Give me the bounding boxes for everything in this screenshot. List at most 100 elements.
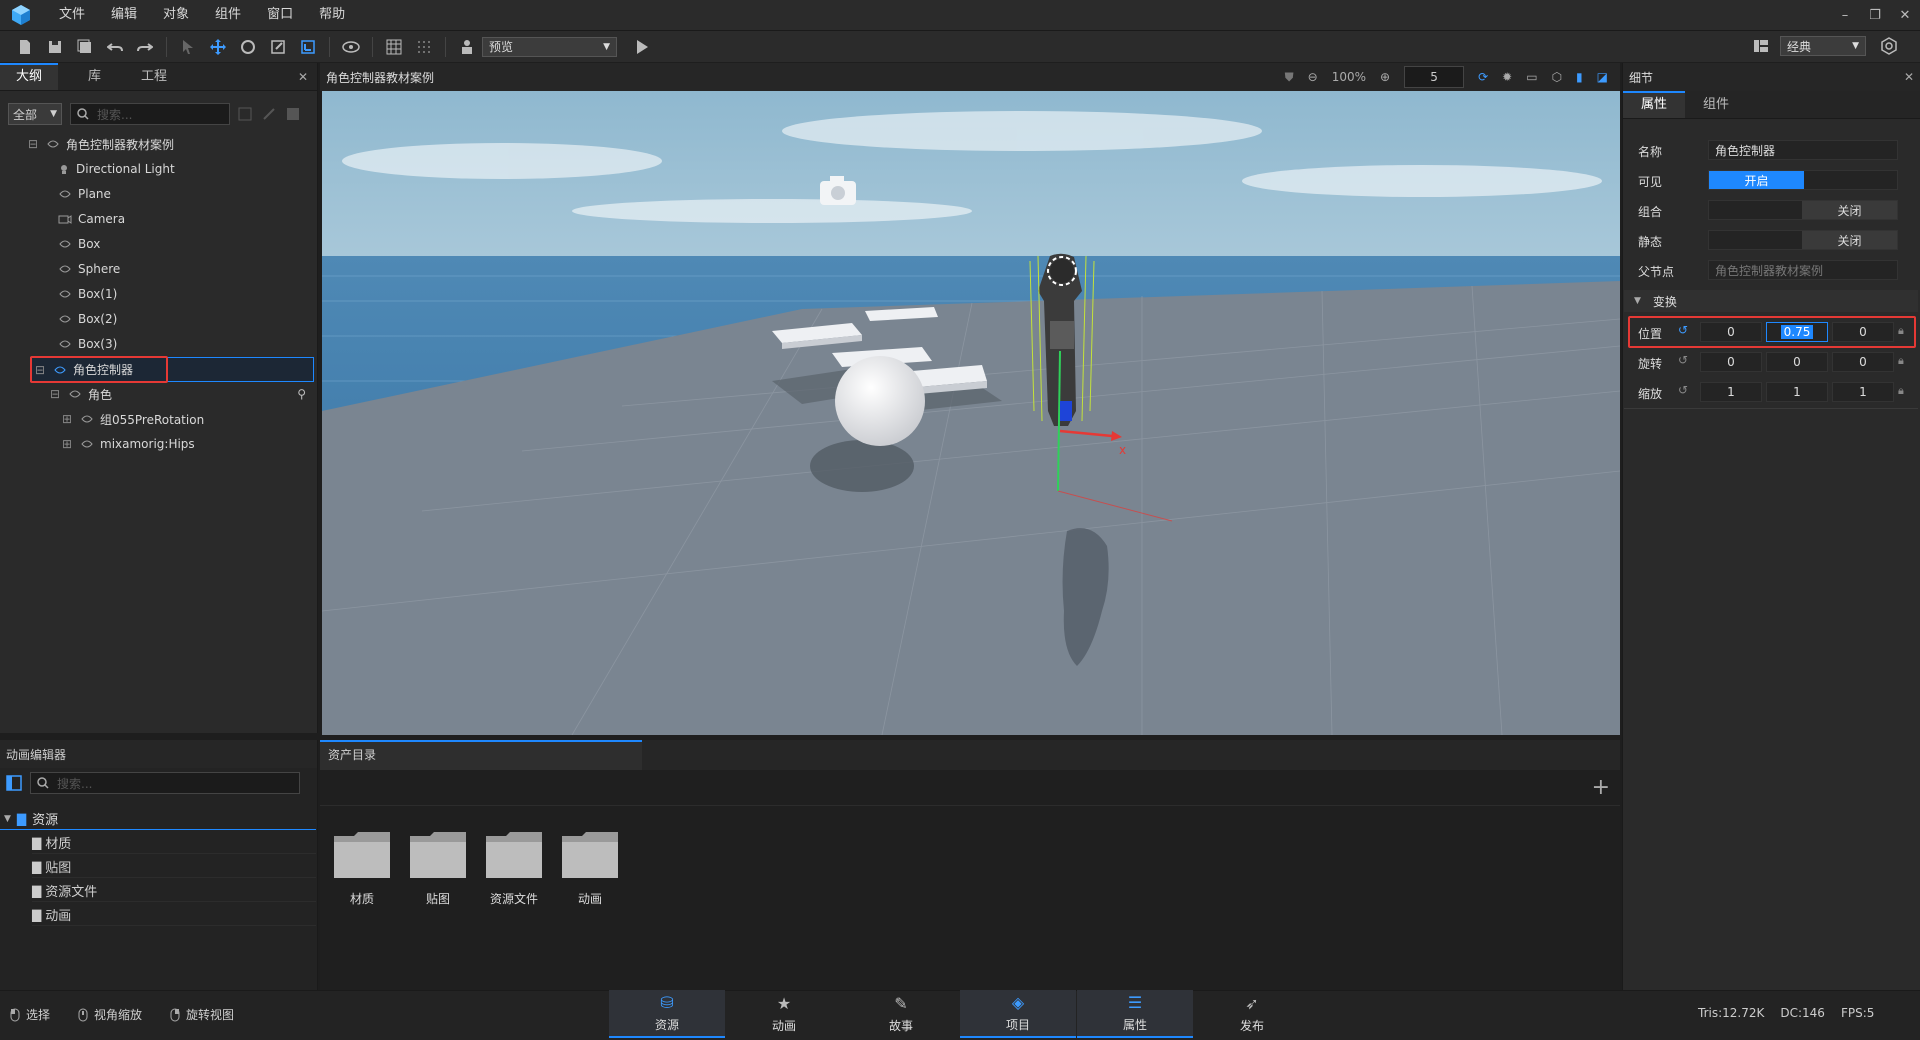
tab-outline[interactable]: 大纲 [0,63,59,90]
perspective-icon[interactable]: ▮ [1576,70,1583,84]
tree-item-character[interactable]: ⊟ 角色 ⚲ [28,382,314,407]
asset-tree-root[interactable]: ▼ ▇ 资源 [0,808,316,830]
local-space-icon[interactable] [293,32,323,62]
expand-all-icon[interactable] [238,107,252,124]
tree-item-box[interactable]: Box [28,232,314,257]
menu-component[interactable]: 组件 [202,0,254,30]
asset-tree-item-animations[interactable]: ▇ 动画 [32,904,316,926]
layout-select[interactable]: 经典 ▼ [1780,36,1866,56]
expand-icon[interactable]: ⊞ [62,412,74,426]
scale-x-input[interactable]: 1 [1700,382,1762,402]
layout-icon[interactable] [1746,31,1776,61]
close-window-icon[interactable]: ✕ [1890,8,1920,23]
rotate-tool-icon[interactable] [233,32,263,62]
filter-select[interactable]: 全部 ▼ [8,103,62,125]
expand-icon[interactable]: ⊞ [62,437,74,451]
move-tool-icon[interactable] [203,32,233,62]
asset-folder-resources[interactable] [484,828,544,883]
minimize-icon[interactable]: – [1830,8,1860,23]
static-toggle[interactable]: 关闭 [1708,230,1898,250]
anim-search[interactable]: 搜索... [30,772,300,794]
tab-library[interactable]: 库 [58,63,131,90]
menu-edit[interactable]: 编辑 [98,0,150,30]
tab-components[interactable]: 组件 [1685,91,1747,118]
camera-view-icon[interactable]: ▭ [1526,70,1537,84]
play-icon[interactable] [627,32,657,62]
undo-icon[interactable] [100,32,130,62]
group-toggle[interactable]: 关闭 [1708,200,1898,220]
zoom-out-icon[interactable]: ⊖ [1308,70,1318,84]
asset-tree-item-textures[interactable]: ▇ 贴图 [32,856,316,878]
lock-icon[interactable]: 🔒︎ [1898,354,1904,368]
tree-item-camera[interactable]: Camera [28,207,314,232]
parent-field[interactable]: 角色控制器教材案例 [1708,260,1898,280]
settings-hex-icon[interactable] [1874,31,1904,61]
menu-window[interactable]: 窗口 [254,0,306,30]
cube-view-icon[interactable]: ⬡ [1552,70,1562,84]
camera-speed-input[interactable]: 5 [1404,66,1465,88]
rotation-z-input[interactable]: 0 [1832,352,1894,372]
shield-icon[interactable]: ⛊ [1285,70,1294,85]
asset-tree-item-resources[interactable]: ▇ 资源文件 [32,880,316,902]
tab-properties[interactable]: 属性 [1623,91,1686,118]
reset-scale-icon[interactable]: ↺ [1678,383,1688,397]
tree-item-pre-rotation[interactable]: ⊞ 组055PreRotation [28,407,314,432]
tree-item-plane[interactable]: Plane [28,182,314,207]
lock-icon[interactable]: 🔒︎ [1898,384,1904,398]
dot-grid-icon[interactable] [409,32,439,62]
viewport-canvas[interactable]: x [322,91,1620,735]
close-panel-icon[interactable]: ✕ [289,63,317,90]
menu-help[interactable]: 帮助 [306,0,358,30]
add-icon[interactable]: + [1592,775,1610,800]
panel-toggle-icon[interactable] [6,775,22,791]
save-all-icon[interactable] [70,32,100,62]
tree-item-box-3[interactable]: Box(3) [28,332,314,357]
redo-icon[interactable] [130,32,160,62]
preview-select[interactable]: 预览 ▼ [482,36,617,57]
scale-y-input[interactable]: 1 [1766,382,1828,402]
transform-section-header[interactable]: ▼ 变换 [1624,290,1918,312]
bottom-tab-story[interactable]: ✎ 故事 [843,990,959,1038]
name-field[interactable]: 角色控制器 [1708,140,1898,160]
asset-folder-animations[interactable] [560,828,620,883]
select-tool-icon[interactable] [173,32,203,62]
save-icon[interactable] [40,32,70,62]
asset-folder-textures[interactable] [408,828,468,883]
tool-rotate-view[interactable]: 旋转视图 [170,1006,234,1023]
bottom-tab-project[interactable]: ◈ 项目 [960,990,1076,1038]
grid-icon[interactable] [379,32,409,62]
close-panel-icon[interactable]: ✕ [1904,70,1914,84]
tree-item-hips[interactable]: ⊞ mixamorig:Hips [28,432,314,457]
refresh-icon[interactable]: ⟳ [1478,70,1488,84]
asset-tree-item-materials[interactable]: ▇ 材质 [32,832,316,854]
bottom-tab-publish[interactable]: ➶ 发布 [1194,990,1310,1038]
scale-tool-icon[interactable] [263,32,293,62]
bottom-tab-properties[interactable]: ☰ 属性 [1077,990,1193,1038]
link-icon[interactable] [262,107,276,124]
visible-toggle[interactable]: 开启 [1708,170,1898,190]
tool-zoom-view[interactable]: 视角缩放 [78,1006,142,1023]
rotation-x-input[interactable]: 0 [1700,352,1762,372]
outline-search[interactable]: 搜索... [70,103,230,125]
menu-object[interactable]: 对象 [150,0,202,30]
restore-icon[interactable]: ❐ [1860,8,1890,23]
tab-project[interactable]: 工程 [131,63,177,90]
tree-item-box-1[interactable]: Box(1) [28,282,314,307]
stats-icon[interactable]: ◪ [1597,70,1608,84]
tab-assets[interactable]: 资产目录 [320,740,642,770]
tree-item-directional-light[interactable]: Directional Light [28,157,314,182]
character-icon[interactable] [452,32,482,62]
light-toggle-icon[interactable]: ✹ [1502,70,1512,84]
scale-z-input[interactable]: 1 [1832,382,1894,402]
menu-file[interactable]: 文件 [46,0,98,30]
tree-item-scene[interactable]: ⊟ 角色控制器教材案例 [28,132,314,157]
reset-rotation-icon[interactable]: ↺ [1678,353,1688,367]
collapse-icon[interactable]: ⊟ [28,137,40,151]
tool-select[interactable]: 选择 [10,1006,50,1023]
zoom-in-icon[interactable]: ⊕ [1380,70,1390,84]
collapse-icon[interactable]: ⊟ [50,387,62,401]
collapse-all-icon[interactable] [286,107,300,124]
tree-item-box-2[interactable]: Box(2) [28,307,314,332]
tree-item-sphere[interactable]: Sphere [28,257,314,282]
bottom-tab-animation[interactable]: ★ 动画 [726,990,842,1038]
